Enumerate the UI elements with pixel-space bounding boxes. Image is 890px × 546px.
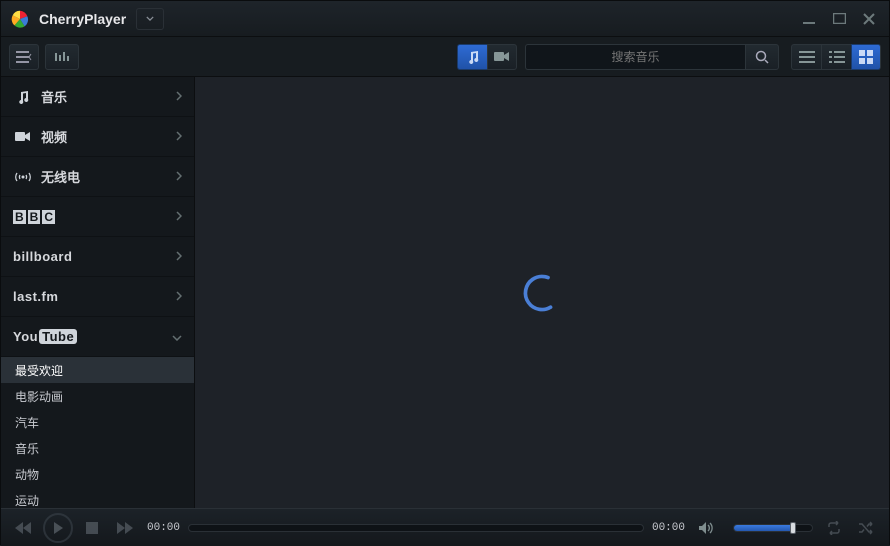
title-dropdown-button[interactable] — [136, 8, 164, 30]
app-title: CherryPlayer — [39, 11, 126, 27]
sidebar-sub-most-popular[interactable]: 最受欢迎 — [1, 357, 194, 383]
maximize-icon — [833, 13, 846, 24]
hamburger-icon — [16, 51, 32, 63]
search-icon — [755, 50, 769, 64]
media-type-video-button[interactable] — [487, 44, 517, 70]
sidebar-sub-label: 电影动画 — [15, 388, 63, 405]
chevron-right-icon — [176, 169, 182, 184]
previous-button[interactable] — [11, 515, 37, 541]
chevron-right-icon — [176, 129, 182, 144]
view-list-detail-button[interactable] — [821, 44, 851, 70]
equalizer-button[interactable] — [45, 44, 79, 70]
sidebar-sub-pets[interactable]: 动物 — [1, 461, 194, 487]
chevron-right-icon — [176, 249, 182, 264]
sidebar-item-label: billboard — [13, 249, 176, 264]
minimize-icon — [802, 12, 816, 26]
close-button[interactable] — [857, 10, 881, 28]
sidebar-sub-autos[interactable]: 汽车 — [1, 409, 194, 435]
volume-icon — [698, 521, 714, 535]
sidebar-sub-label: 汽车 — [15, 414, 39, 431]
list-detail-icon — [829, 51, 845, 63]
skip-back-icon — [15, 521, 33, 535]
play-icon — [52, 521, 64, 535]
repeat-button[interactable] — [821, 515, 847, 541]
menu-button[interactable] — [9, 44, 39, 70]
view-grid-button[interactable] — [851, 44, 881, 70]
stop-icon — [86, 522, 98, 534]
sidebar-item-bbc[interactable]: BBC — [1, 197, 194, 237]
shuffle-icon — [858, 521, 874, 535]
toolbar — [1, 37, 889, 77]
maximize-button[interactable] — [827, 10, 851, 28]
broadcast-icon — [13, 169, 33, 185]
title-bar: CherryPlayer — [1, 1, 889, 37]
sidebar-item-video[interactable]: 视频 — [1, 117, 194, 157]
sidebar-sub-sports[interactable]: 运动 — [1, 487, 194, 508]
play-button[interactable] — [43, 513, 73, 543]
app-logo-icon — [9, 8, 31, 30]
repeat-icon — [826, 521, 842, 535]
sidebar-item-youtube[interactable]: YouTube — [1, 317, 194, 357]
sidebar-sub-label: 运动 — [15, 492, 39, 509]
volume-button[interactable] — [693, 515, 719, 541]
loading-spinner-icon — [519, 270, 565, 316]
sidebar-sub-label: 动物 — [15, 466, 39, 483]
chevron-right-icon — [176, 89, 182, 104]
view-mode-toggle — [791, 44, 881, 70]
media-type-music-button[interactable] — [457, 44, 487, 70]
volume-slider[interactable] — [733, 524, 813, 532]
sidebar-sub-music[interactable]: 音乐 — [1, 435, 194, 461]
time-current: 00:00 — [147, 522, 180, 534]
sidebar-item-billboard[interactable]: billboard — [1, 237, 194, 277]
media-type-toggle — [457, 44, 517, 70]
chevron-right-icon — [176, 289, 182, 304]
sidebar-item-lastfm[interactable]: last.fm — [1, 277, 194, 317]
sidebar-item-label: YouTube — [13, 329, 172, 344]
shuffle-button[interactable] — [853, 515, 879, 541]
player-bar: 00:00 00:00 — [1, 508, 889, 546]
skip-forward-icon — [115, 521, 133, 535]
stop-button[interactable] — [79, 515, 105, 541]
sidebar-item-label: 音乐 — [41, 87, 176, 106]
seek-bar[interactable] — [188, 524, 644, 532]
chevron-down-icon — [146, 16, 154, 21]
music-note-icon — [13, 89, 33, 105]
grid-icon — [859, 50, 873, 64]
chevron-right-icon — [176, 209, 182, 224]
view-list-wide-button[interactable] — [791, 44, 821, 70]
close-icon — [863, 13, 875, 25]
search-input[interactable] — [525, 44, 745, 70]
next-button[interactable] — [111, 515, 137, 541]
content-area — [195, 77, 889, 508]
sidebar-sub-label: 音乐 — [15, 440, 39, 457]
video-camera-icon — [13, 129, 33, 145]
list-wide-icon — [799, 51, 815, 63]
minimize-button[interactable] — [797, 10, 821, 28]
sidebar-item-label: last.fm — [13, 289, 176, 304]
sidebar-item-radio[interactable]: 无线电 — [1, 157, 194, 197]
sidebar-item-music[interactable]: 音乐 — [1, 77, 194, 117]
sidebar-sub-label: 最受欢迎 — [15, 362, 63, 379]
search-button[interactable] — [745, 44, 779, 70]
sidebar-sub-film-animation[interactable]: 电影动画 — [1, 383, 194, 409]
music-note-icon — [466, 50, 480, 64]
sidebar-item-label: BBC — [13, 209, 176, 224]
video-camera-icon — [494, 51, 510, 62]
chevron-down-icon — [172, 329, 182, 344]
sidebar-item-label: 无线电 — [41, 167, 176, 186]
sidebar: 音乐 视频 无线电 BBC billboard last.fm YouTube — [1, 77, 195, 508]
sidebar-item-label: 视频 — [41, 127, 176, 146]
time-total: 00:00 — [652, 522, 685, 534]
equalizer-icon — [53, 51, 71, 63]
